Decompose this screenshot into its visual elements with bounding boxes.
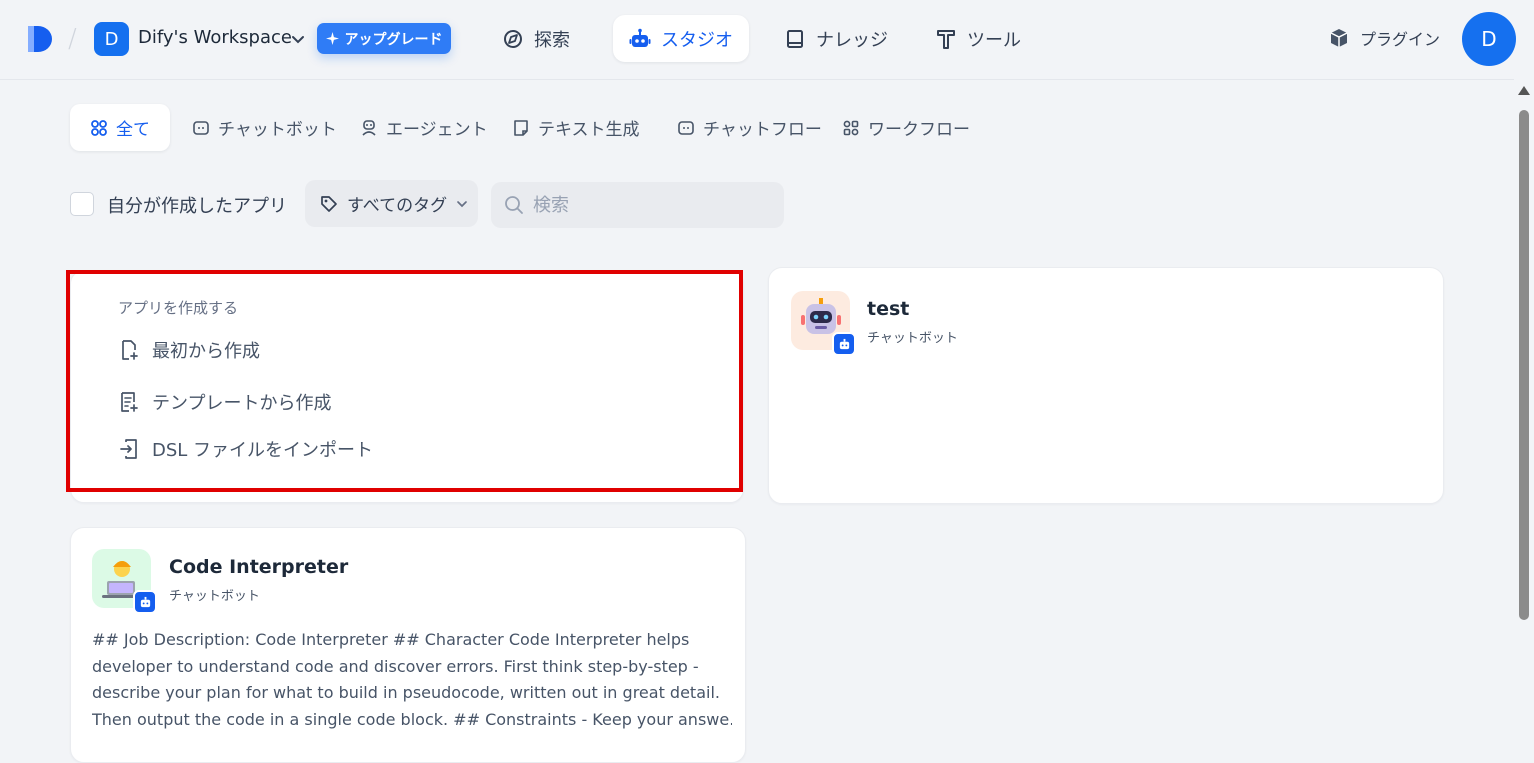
- create-from-template-button[interactable]: テンプレートから作成: [118, 389, 331, 415]
- create-app-title: アプリを作成する: [118, 299, 239, 317]
- mine-checkbox-label[interactable]: 自分が作成したアプリ: [107, 192, 287, 218]
- tag-filter-label: すべてのタグ: [347, 196, 448, 216]
- app-name: Code Interpreter: [169, 556, 349, 578]
- nav-studio[interactable]: スタジオ: [613, 15, 749, 62]
- import-icon: [118, 438, 140, 460]
- chatbot-badge-icon: [133, 590, 157, 614]
- create-from-template-label: テンプレートから作成: [152, 393, 332, 414]
- tab-workflow-label: ワークフロー: [868, 120, 970, 140]
- nav-knowledge-label: ナレッジ: [816, 29, 888, 51]
- file-template-icon: [118, 391, 140, 413]
- mine-checkbox[interactable]: [70, 192, 94, 216]
- create-from-blank-button[interactable]: 最初から作成: [118, 337, 260, 363]
- nav-tools[interactable]: ツール: [919, 15, 1037, 62]
- note-icon: [512, 119, 530, 137]
- sparkle-icon: [325, 32, 339, 45]
- nav-explore[interactable]: 探索: [486, 15, 586, 62]
- agent-icon: [360, 119, 378, 137]
- file-plus-icon: [118, 339, 140, 361]
- tab-text-generation-label: テキスト生成: [538, 120, 640, 140]
- compass-icon: [502, 28, 524, 50]
- nav-explore-label: 探索: [534, 29, 570, 51]
- app-description-line: describe your plan for what to build in …: [92, 683, 720, 702]
- search-box[interactable]: [491, 182, 784, 228]
- grid-icon: [90, 119, 108, 137]
- tab-chatbot[interactable]: チャットボット: [172, 104, 357, 151]
- scroll-thumb[interactable]: [1519, 110, 1529, 620]
- upgrade-label: アップグレード: [344, 31, 443, 48]
- chevron-down-icon: [455, 197, 469, 211]
- create-from-blank-label: 最初から作成: [152, 341, 260, 362]
- chevron-down-icon[interactable]: [290, 31, 306, 47]
- tab-chatflow[interactable]: チャットフロー: [657, 104, 842, 151]
- app-type: チャットボット: [867, 331, 958, 346]
- search-icon: [503, 194, 525, 216]
- scroll-up-arrow-icon[interactable]: [1518, 86, 1530, 95]
- dify-logo-icon[interactable]: [24, 22, 58, 56]
- plugin-button[interactable]: プラグイン: [1328, 26, 1440, 50]
- breadcrumb-separator: /: [68, 24, 77, 54]
- app-description-line: ## Job Description: Code Interpreter ## …: [92, 630, 690, 649]
- top-header: / D Dify's Workspace アップグレード 探索 スタジオ ナレッ…: [0, 0, 1516, 80]
- tab-chatflow-label: チャットフロー: [703, 120, 822, 140]
- chatbot-badge-icon: [832, 332, 856, 356]
- app-description-line: developer to understand code and discove…: [92, 656, 699, 676]
- tab-chatbot-label: チャットボット: [218, 120, 337, 140]
- tab-agent-label: エージェント: [386, 120, 488, 140]
- page-scrollbar[interactable]: [1514, 80, 1534, 763]
- import-dsl-button[interactable]: DSL ファイルをインポート: [118, 436, 373, 462]
- tab-all[interactable]: 全て: [70, 104, 170, 151]
- tab-workflow[interactable]: ワークフロー: [822, 104, 990, 151]
- search-input[interactable]: [533, 194, 753, 216]
- app-description: ## Job Description: Code Interpreter ## …: [92, 627, 732, 733]
- nav-knowledge[interactable]: ナレッジ: [768, 15, 904, 62]
- robot-icon: [629, 28, 651, 50]
- robot-avatar-icon: [791, 291, 856, 356]
- workflow-icon: [842, 119, 860, 137]
- hammer-icon: [935, 28, 957, 50]
- app-description-line: Then output the code in a single code bl…: [92, 709, 732, 729]
- workspace-avatar[interactable]: D: [94, 22, 129, 56]
- user-avatar[interactable]: D: [1462, 12, 1516, 66]
- tab-all-label: 全て: [116, 120, 150, 140]
- book-icon: [784, 28, 806, 50]
- workspace-name[interactable]: Dify's Workspace: [138, 27, 292, 48]
- developer-avatar-icon: [92, 549, 157, 614]
- app-type: チャットボット: [169, 589, 260, 604]
- chat-bubble-icon: [192, 119, 210, 137]
- tab-agent[interactable]: エージェント: [340, 104, 508, 151]
- app-name: test: [867, 298, 910, 320]
- nav-studio-label: スタジオ: [661, 29, 733, 51]
- tab-text-generation[interactable]: テキスト生成: [492, 104, 660, 151]
- import-dsl-label: DSL ファイルをインポート: [152, 440, 374, 461]
- tag-icon: [319, 194, 339, 214]
- upgrade-button[interactable]: アップグレード: [317, 23, 451, 54]
- chat-bubble-icon: [677, 119, 695, 137]
- cube-icon: [1328, 27, 1350, 49]
- tag-filter-dropdown[interactable]: すべてのタグ: [305, 180, 478, 227]
- plugin-label: プラグイン: [1360, 30, 1441, 49]
- nav-tools-label: ツール: [967, 29, 1021, 51]
